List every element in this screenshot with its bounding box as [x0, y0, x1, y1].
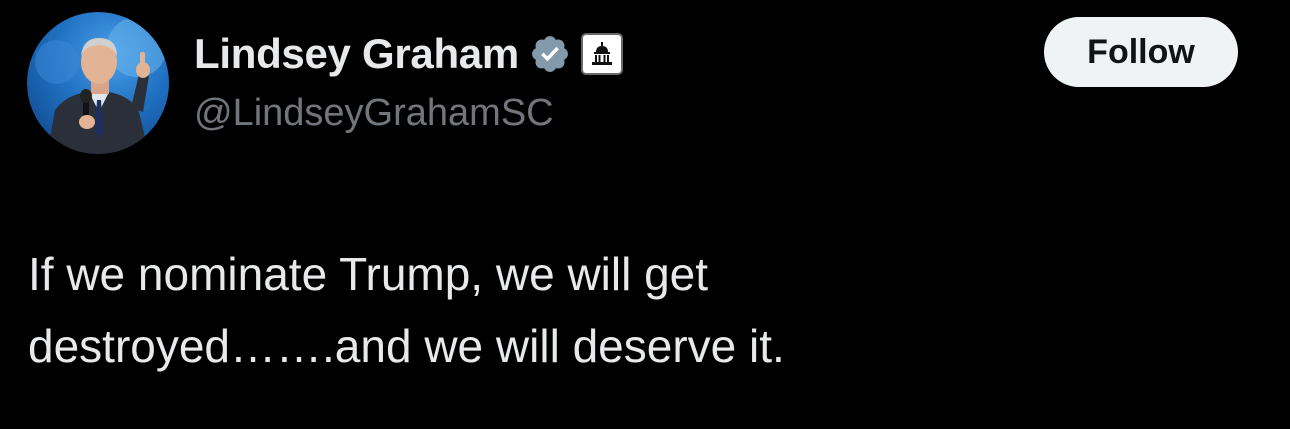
tweet-card[interactable]: Lindsey Graham @LindseyGrahamSC Follow I… [0, 0, 1290, 429]
tweet-text-line: destroyed…….and we will deserve it. [28, 320, 785, 372]
capitol-building-icon[interactable] [580, 33, 623, 75]
avatar[interactable] [27, 12, 169, 154]
tweet-text-line: If we nominate Trump, we will get [28, 248, 709, 300]
author-handle[interactable]: @LindseyGrahamSC [194, 92, 554, 135]
verified-badge-icon[interactable] [529, 33, 571, 75]
avatar-photo [35, 17, 167, 154]
tweet-text: If we nominate Trump, we will get destro… [28, 238, 1248, 382]
author-display-name[interactable]: Lindsey Graham [194, 30, 519, 78]
follow-button[interactable]: Follow [1044, 17, 1238, 87]
author-name-row: Lindsey Graham [194, 28, 623, 80]
